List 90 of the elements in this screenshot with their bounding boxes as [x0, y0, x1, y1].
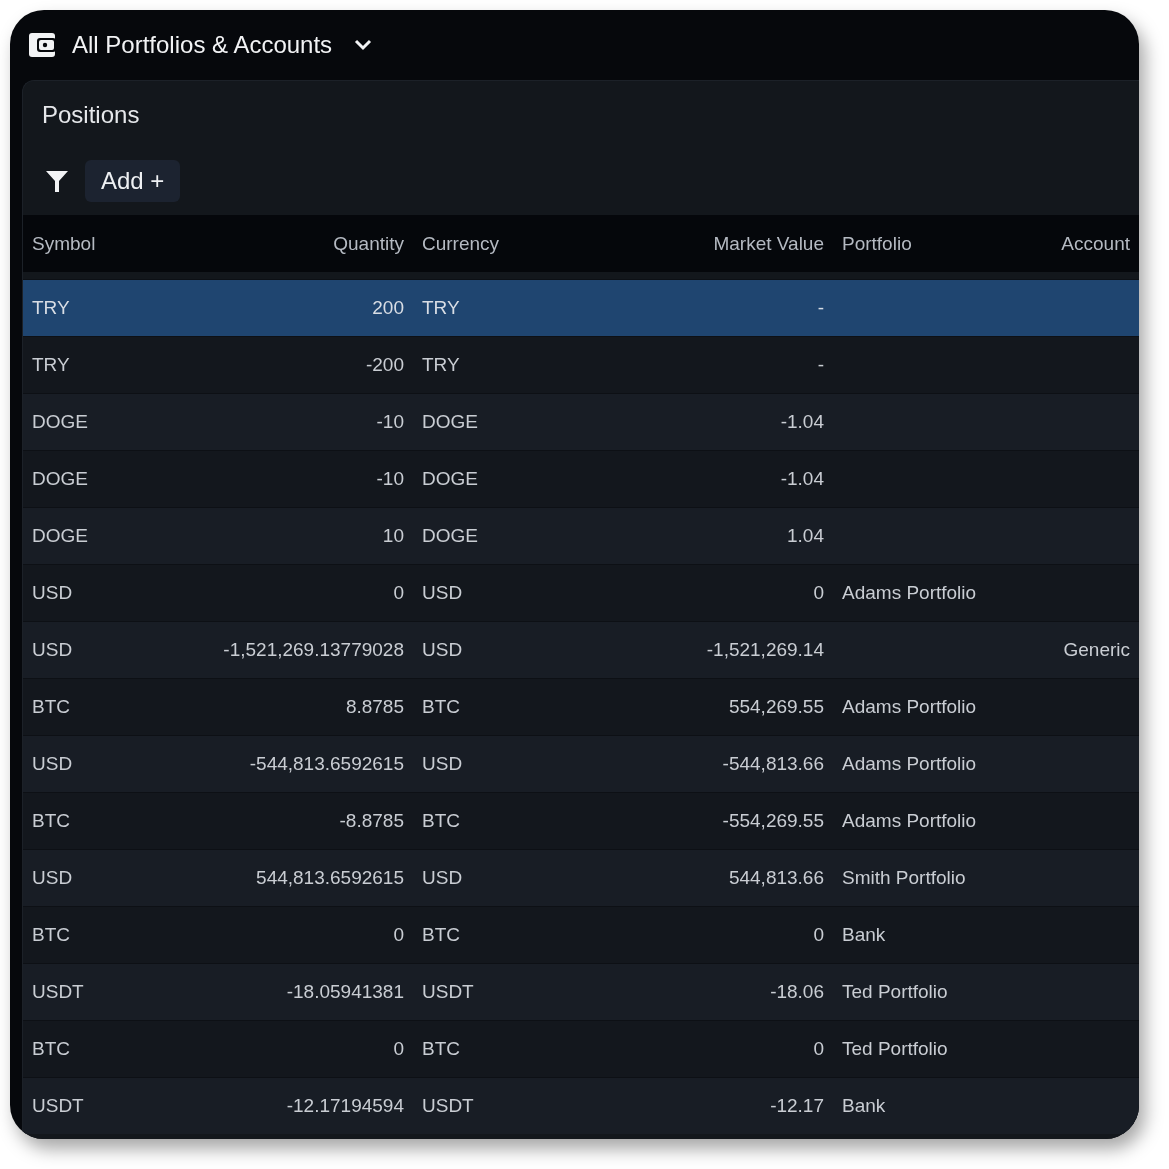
table-cell-text: -8.8785: [338, 810, 405, 832]
table-cell-text: BTC: [31, 810, 71, 832]
table-cell-text: TRY: [421, 354, 461, 376]
table-cell-text: BTC: [31, 924, 71, 946]
table-cell-text: 10: [381, 525, 405, 547]
column-header[interactable]: Symbol: [23, 232, 180, 255]
column-header[interactable]: Account: [1010, 232, 1139, 255]
table-row[interactable]: USD -544,813.6592615 USD -544,813.66 Adams Portfolio: [23, 735, 1139, 792]
table-cell-text: Adams Portfolio: [841, 810, 978, 832]
table-cell-text: -: [816, 297, 825, 319]
table-row[interactable]: DOGE -10 DOGE -1.04: [23, 393, 1139, 450]
table-cell-text: DOGE: [31, 411, 89, 433]
table-cell-text: USDT: [31, 981, 85, 1003]
table-cell-text: DOGE: [421, 411, 479, 433]
table-cell-text: USDT: [421, 981, 475, 1003]
table-cell-text: BTC: [421, 1038, 461, 1060]
table-cell-text: -12.17194594: [285, 1095, 405, 1117]
table-cell-text: BTC: [421, 810, 461, 832]
table-cell-text: 544,813.66: [727, 867, 825, 889]
table-row[interactable]: TRY 200 TRY -: [23, 279, 1139, 336]
table-cell-text: Ted Portfolio: [841, 981, 949, 1003]
table-cell-text: -18.06: [769, 981, 825, 1003]
table-cell-text: TRY: [421, 297, 461, 319]
table-cell-text: -1,521,269.14: [705, 639, 825, 661]
table-cell-text: USD: [421, 753, 464, 775]
table-cell-text: Ted Portfolio: [841, 1038, 949, 1060]
table-cell-text: USD: [421, 867, 464, 889]
add-button[interactable]: Add +: [85, 160, 181, 202]
wallet-icon: [28, 31, 58, 59]
table-cell-text: DOGE: [421, 525, 479, 547]
table-cell-text: -200: [364, 354, 405, 376]
table-cell-text: -10: [375, 468, 405, 490]
table-row[interactable]: USDT -12.17194594 USDT -12.17 Bank: [23, 1077, 1139, 1134]
table-cell-text: TRY: [31, 354, 71, 376]
table-cell-text: DOGE: [421, 468, 479, 490]
table-cell-text: DOGE: [31, 468, 89, 490]
table-row[interactable]: DOGE 10 DOGE 1.04: [23, 507, 1139, 564]
table-row[interactable]: USD -1,521,269.13779028 USD -1,521,269.14 Generic: [23, 621, 1139, 678]
table-cell-text: Adams Portfolio: [841, 753, 978, 775]
table-cell-text: -: [816, 354, 825, 376]
table-cell-text: USD: [31, 753, 74, 775]
table-cell-text: Adams Portfolio: [841, 582, 978, 604]
table-cell-text: USD: [421, 582, 464, 604]
table-cell-text: -1.04: [779, 411, 825, 433]
table-cell-text: USDT: [421, 1095, 475, 1117]
table-row[interactable]: USDT -18.05941381 USDT -18.06 Ted Portfolio: [23, 963, 1139, 1020]
table-cell-text: 1.04: [786, 525, 825, 547]
column-header[interactable]: Market Value: [640, 232, 833, 255]
table-cell-text: -10: [375, 411, 405, 433]
table-cell-text: -554,269.55: [721, 810, 825, 832]
table-cell-text: BTC: [31, 696, 71, 718]
panel-title: Positions: [42, 101, 140, 128]
table-cell-text: Smith Portfolio: [841, 867, 967, 889]
table-cell-text: -18.05941381: [285, 981, 405, 1003]
table-row[interactable]: USD 544,813.6592615 USD 544,813.66 Smith Portfolio: [23, 849, 1139, 906]
table-cell-text: BTC: [31, 1038, 71, 1060]
column-header[interactable]: Currency: [413, 232, 640, 255]
table-cell-text: Generic: [1062, 639, 1131, 661]
table-cell-text: USD: [421, 639, 464, 661]
table-cell-text: BTC: [421, 696, 461, 718]
table-cell-text: 554,269.55: [727, 696, 825, 718]
chevron-down-icon[interactable]: [354, 39, 373, 51]
table-cell-text: Adams Portfolio: [841, 696, 978, 718]
table-cell-text: -544,813.66: [721, 753, 825, 775]
table-cell-text: USD: [31, 867, 74, 889]
table-cell-text: 0: [392, 924, 405, 946]
table-cell-text: DOGE: [31, 525, 89, 547]
table-cell-text: 0: [812, 1038, 825, 1060]
table-cell-text: -1.04: [779, 468, 825, 490]
filter-icon[interactable]: [45, 169, 69, 193]
account-selector-title[interactable]: All Portfolios & Accounts: [72, 31, 333, 59]
table-cell-text: -1,521,269.13779028: [222, 639, 405, 661]
table-cell-text: 0: [392, 582, 405, 604]
table-cell-text: 0: [392, 1038, 405, 1060]
table-cell-text: Bank: [841, 1095, 887, 1117]
table-cell-text: USD: [31, 582, 74, 604]
table-cell-text: TRY: [31, 297, 71, 319]
table-cell-text: 200: [371, 297, 405, 319]
table-cell-text: Bank: [841, 924, 887, 946]
table-cell-text: 0: [812, 924, 825, 946]
column-header[interactable]: Quantity: [180, 232, 413, 255]
table-cell-text: USDT: [31, 1095, 85, 1117]
table-cell-text: -544,813.6592615: [248, 753, 405, 775]
column-header[interactable]: Portfolio: [833, 232, 1010, 255]
table-cell-text: 8.8785: [344, 696, 405, 718]
table-cell-text: 544,813.6592615: [255, 867, 405, 889]
table-cell-text: BTC: [421, 924, 461, 946]
table-cell-text: -12.17: [769, 1095, 825, 1117]
table-cell-text: 0: [812, 582, 825, 604]
table-cell-text: USD: [31, 639, 74, 661]
